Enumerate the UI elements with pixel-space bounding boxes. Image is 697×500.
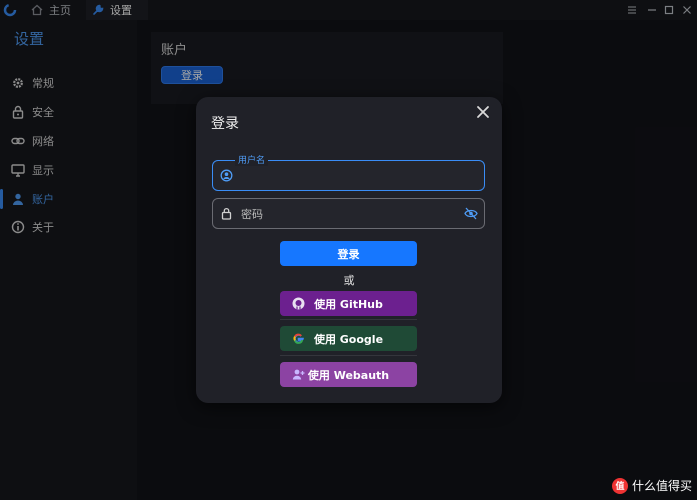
webauth-login-button[interactable]: 使用 Webauth: [280, 362, 417, 387]
close-icon: [477, 106, 489, 118]
divider: [280, 319, 417, 320]
google-login-label: 使用 Google: [313, 332, 384, 346]
dialog-close-button[interactable]: [476, 105, 492, 121]
or-divider-text: 或: [343, 274, 355, 287]
watermark-logo: 值: [612, 477, 628, 494]
divider: [280, 355, 417, 356]
user-circle-icon: [220, 169, 233, 182]
username-field[interactable]: 用户名: [212, 153, 485, 191]
lock-icon: [221, 207, 232, 220]
github-icon: [292, 297, 305, 310]
github-login-button[interactable]: 使用 GitHub: [280, 291, 417, 316]
login-dialog: 登录 用户名 登录 或 使用 GitHub 使用 Google 使用 Webau…: [196, 97, 502, 403]
google-icon: [293, 333, 304, 344]
username-input[interactable]: [239, 166, 463, 186]
watermark-text: 什么值得买: [632, 479, 693, 493]
user-add-icon: [292, 369, 305, 380]
github-login-label: 使用 GitHub: [314, 297, 383, 311]
dialog-title: 登录: [211, 116, 239, 132]
username-legend: 用户名: [235, 153, 269, 166]
eye-off-icon[interactable]: [464, 207, 478, 220]
google-login-button[interactable]: 使用 Google: [280, 326, 417, 351]
password-input[interactable]: [239, 204, 463, 224]
webauth-login-label: 使用 Webauth: [307, 368, 390, 382]
password-field[interactable]: [212, 198, 485, 229]
login-button[interactable]: 登录: [280, 241, 417, 266]
watermark: 值 什么值得买: [612, 477, 692, 494]
